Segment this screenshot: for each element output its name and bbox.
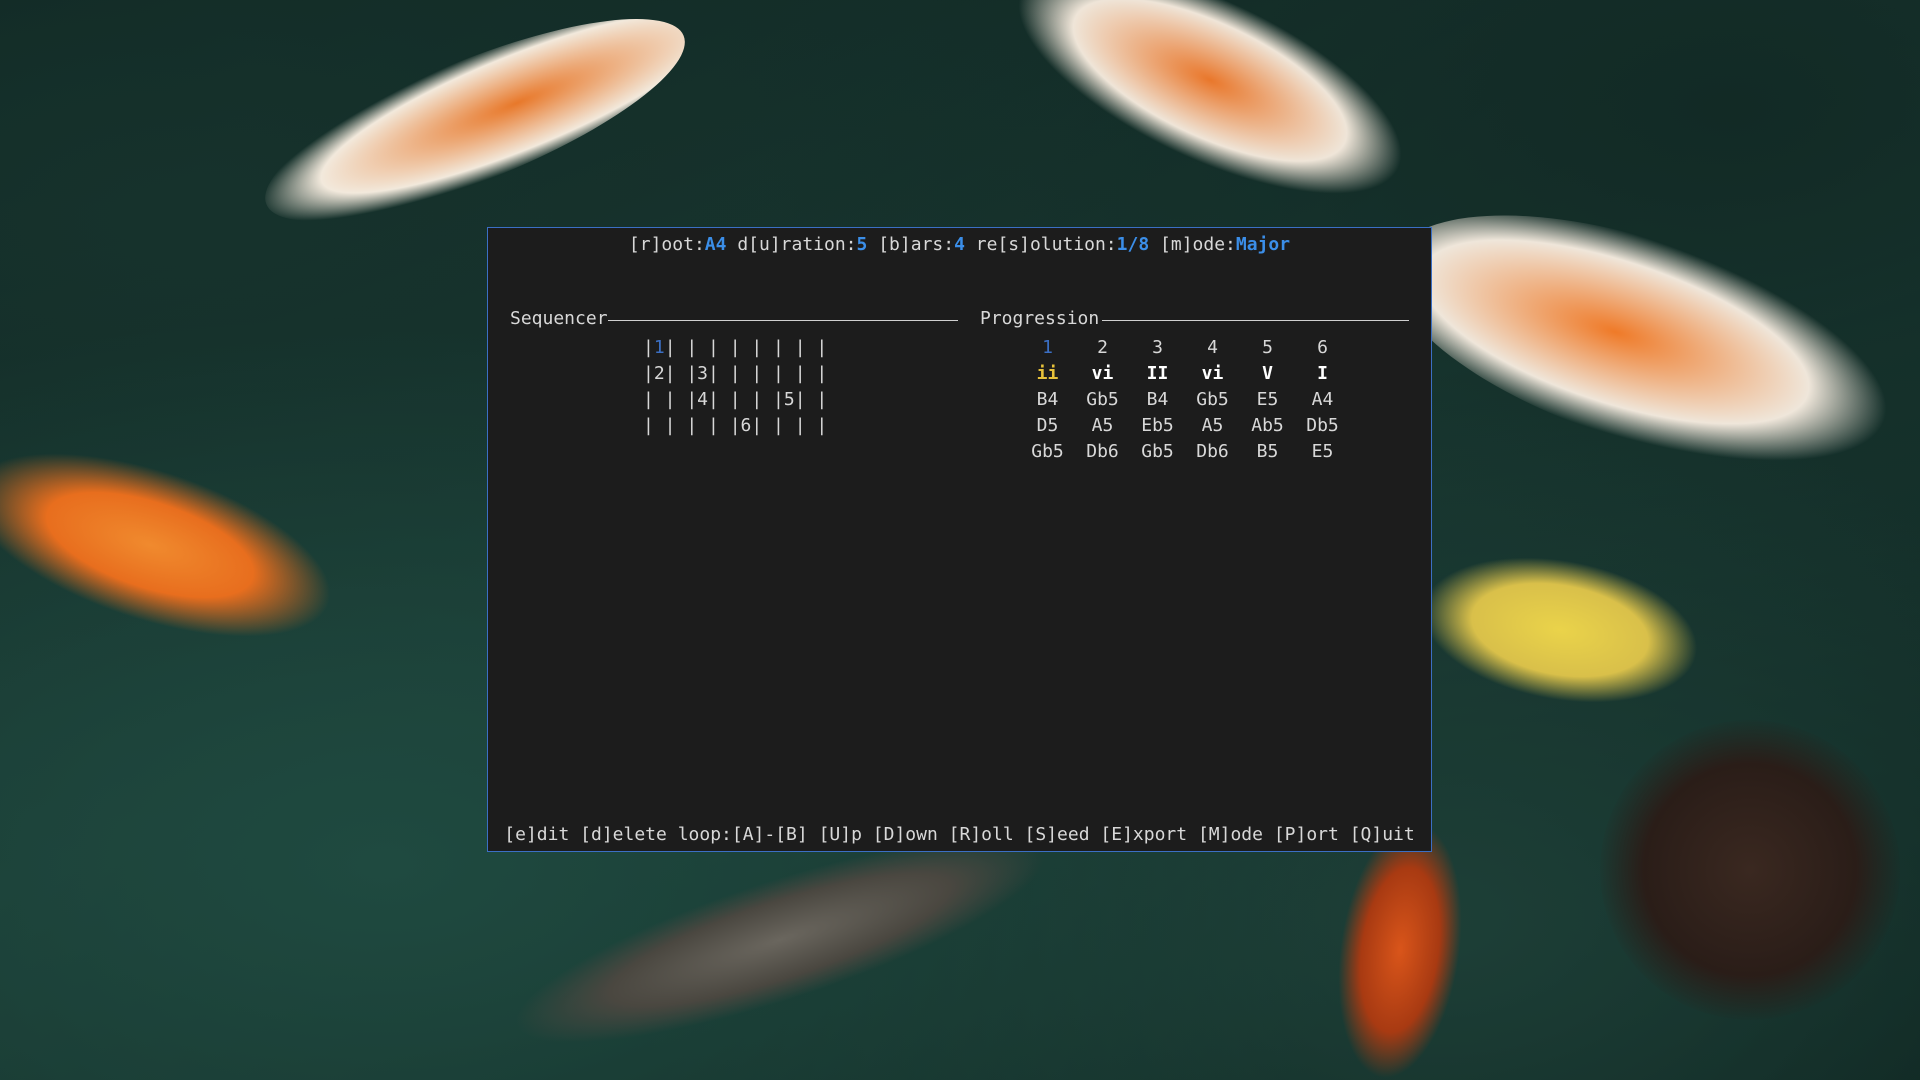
chord-number[interactable]: 1 — [1020, 335, 1075, 361]
export-key[interactable]: [E]xport — [1100, 824, 1187, 845]
koi-shape — [1409, 536, 1711, 724]
duration-label: d[u]ration: — [737, 234, 857, 255]
sequencer-cell: | — [643, 337, 654, 358]
note: Eb5 — [1141, 415, 1174, 436]
bars-label: [b]ars: — [878, 234, 955, 255]
koi-shape — [1322, 812, 1478, 1080]
roman-numeral[interactable]: V — [1240, 361, 1295, 387]
resolution-value: 1/8 — [1116, 234, 1150, 255]
koi-shape — [243, 0, 707, 260]
note: E5 — [1311, 441, 1334, 462]
note: D5 — [1036, 415, 1059, 436]
quit-key[interactable]: [Q]uit — [1350, 824, 1415, 845]
note: A4 — [1311, 389, 1334, 410]
roman-numeral[interactable]: II — [1130, 361, 1185, 387]
delete-key[interactable]: [d]elete — [580, 824, 667, 845]
sequencer-row[interactable]: | | |4| | | |5| | — [643, 387, 827, 413]
edit-key[interactable]: [e]dit — [504, 824, 569, 845]
keybinding-bar: [e]dit [d]elete loop:[A]-[B] [U]p [D]own… — [488, 823, 1431, 847]
roman-numeral[interactable]: I — [1295, 361, 1350, 387]
seed-key[interactable]: [S]eed — [1025, 824, 1090, 845]
mode-key[interactable]: [M]ode — [1198, 824, 1263, 845]
chord-number-row: 123456 — [1020, 335, 1350, 361]
sequencer-row[interactable]: | | | | |6| | | | — [643, 413, 827, 439]
chord-number[interactable]: 3 — [1130, 335, 1185, 361]
note: B5 — [1256, 441, 1279, 462]
note: A5 — [1091, 415, 1114, 436]
chord-number[interactable]: 6 — [1295, 335, 1350, 361]
root-setting[interactable]: [r]oot:A4 — [629, 234, 727, 255]
sequencer-cell: | | |4| | | |5| | — [643, 389, 828, 410]
bars-setting[interactable]: [b]ars:4 — [878, 234, 965, 255]
note: B4 — [1036, 389, 1059, 410]
koi-shape — [1361, 164, 1919, 516]
roman-numeral[interactable]: ii — [1020, 361, 1075, 387]
roman-numeral-row: ii vi II vi V I — [1020, 361, 1350, 387]
note: B4 — [1146, 389, 1169, 410]
koi-shape — [1538, 658, 1920, 1080]
up-key[interactable]: [U]p — [819, 824, 862, 845]
roman-numeral[interactable]: vi — [1075, 361, 1130, 387]
note: Db6 — [1086, 441, 1119, 462]
mode-value: Major — [1235, 234, 1291, 255]
note: Db5 — [1306, 415, 1339, 436]
note: Db6 — [1196, 441, 1229, 462]
chord-number[interactable]: 2 — [1075, 335, 1130, 361]
settings-bar: [r]oot:A4 d[u]ration:5 [b]ars:4 re[s]olu… — [488, 233, 1431, 257]
note: Gb5 — [1086, 389, 1119, 410]
progression-title: Progression — [980, 308, 1100, 329]
mode-label: [m]ode: — [1160, 234, 1236, 255]
bars-value: 4 — [954, 234, 965, 255]
sequencer-cell: | | | | | | | | — [664, 337, 828, 358]
section-headers: Sequencer Progression — [510, 308, 1409, 332]
note-row: B4 Gb5 B4 Gb5 E5 A4 — [1020, 387, 1350, 413]
divider — [1102, 320, 1409, 321]
sequencer-title: Sequencer — [510, 308, 608, 329]
loop-key[interactable]: loop:[A]-[B] — [678, 824, 808, 845]
note: Ab5 — [1251, 415, 1284, 436]
note: Gb5 — [1031, 441, 1064, 462]
sequencer-cell: | | | | |6| | | | — [643, 415, 828, 436]
chord-number[interactable]: 4 — [1185, 335, 1240, 361]
sequencer-cursor[interactable]: 1 — [654, 337, 665, 358]
root-value: A4 — [704, 234, 727, 255]
roman-numeral[interactable]: vi — [1185, 361, 1240, 387]
down-key[interactable]: [D]own — [873, 824, 938, 845]
koi-shape — [985, 0, 1435, 242]
port-key[interactable]: [P]ort — [1274, 824, 1339, 845]
duration-setting[interactable]: d[u]ration:5 — [737, 234, 867, 255]
terminal-window[interactable]: [r]oot:A4 d[u]ration:5 [b]ars:4 re[s]olu… — [487, 227, 1432, 852]
note: Gb5 — [1196, 389, 1229, 410]
resolution-setting[interactable]: re[s]olution:1/8 — [976, 234, 1149, 255]
koi-shape — [0, 414, 354, 676]
sequencer-row[interactable]: |2| |3| | | | | | — [643, 361, 827, 387]
chord-number[interactable]: 5 — [1240, 335, 1295, 361]
note: A5 — [1201, 415, 1224, 436]
note: E5 — [1256, 389, 1279, 410]
note-row: Gb5 Db6 Gb5 Db6 B5 E5 — [1020, 439, 1350, 465]
roll-key[interactable]: [R]oll — [949, 824, 1014, 845]
resolution-label: re[s]olution: — [975, 234, 1117, 255]
note-row: D5 A5 Eb5 A5 Ab5 Db5 — [1020, 413, 1350, 439]
sequencer-row[interactable]: |1| | | | | | | | — [643, 335, 827, 361]
duration-value: 5 — [856, 234, 868, 255]
divider — [608, 320, 958, 321]
sequencer-grid[interactable]: |1| | | | | | | | |2| |3| | | | | | | | … — [643, 335, 827, 439]
sequencer-cell: |2| |3| | | | | | — [643, 363, 828, 384]
progression-table[interactable]: 123456 ii vi II vi V I B4 Gb5 B4 Gb5 E5 A4 D5 A5 Eb5… — [1020, 335, 1350, 465]
root-label: [r]oot: — [628, 234, 705, 255]
note: Gb5 — [1141, 441, 1174, 462]
mode-setting[interactable]: [m]ode:Major — [1160, 234, 1290, 255]
